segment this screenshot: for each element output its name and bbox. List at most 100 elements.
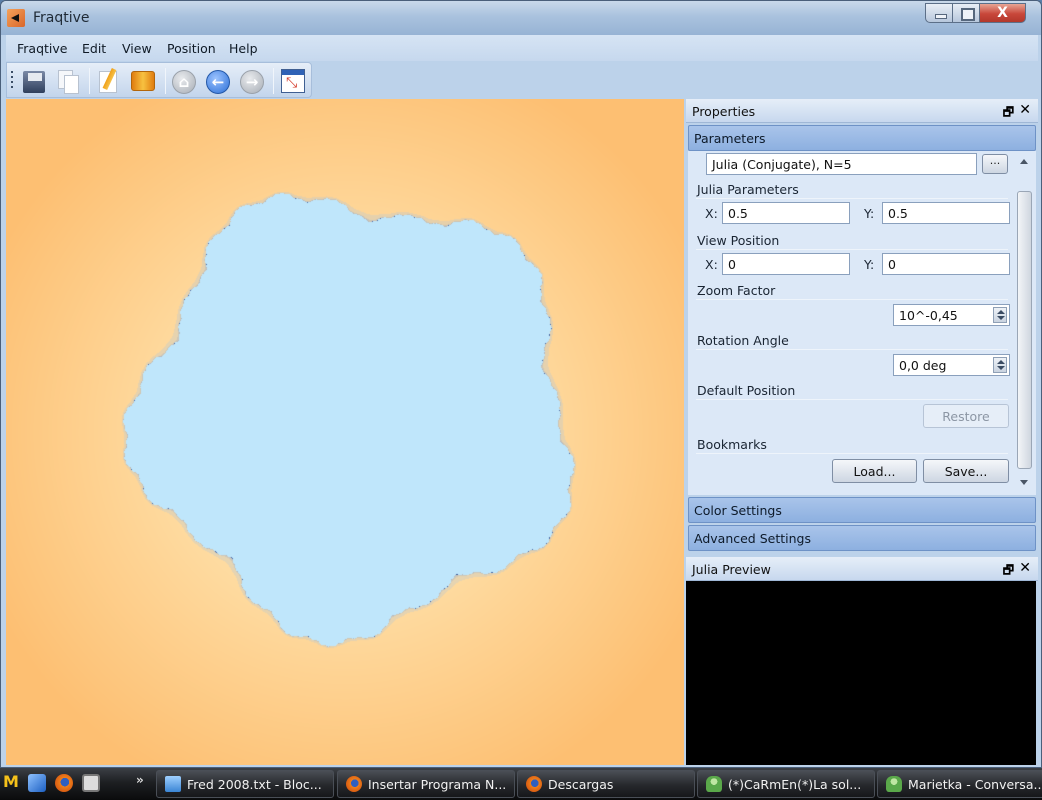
fractal-type-browse-button[interactable]: ... xyxy=(982,154,1008,174)
minimize-button[interactable] xyxy=(925,3,953,23)
taskbar-item-descargas[interactable]: Descargas xyxy=(517,770,695,798)
fractal-type-field[interactable]: Julia (Conjugate), N=5 xyxy=(706,153,977,175)
zoom-factor-label: Zoom Factor xyxy=(697,283,776,298)
menu-view[interactable]: View xyxy=(122,41,152,56)
close-window-button[interactable]: X xyxy=(979,3,1026,23)
scrollbar-thumb[interactable] xyxy=(1017,191,1032,469)
home-icon: ⌂ xyxy=(178,73,190,91)
outlook-icon[interactable] xyxy=(28,774,46,792)
advanced-settings-section-header[interactable]: Advanced Settings xyxy=(688,525,1036,551)
taskbar-item-label: Marietka - Conversa... xyxy=(908,777,1042,792)
group-divider xyxy=(696,299,1008,300)
rotation-angle-label: Rotation Angle xyxy=(697,333,789,348)
firefox-icon xyxy=(346,776,362,792)
float-icon[interactable]: 🗗 xyxy=(1003,561,1014,582)
home-button[interactable]: ⌂ xyxy=(172,70,196,94)
menu-fraqtive[interactable]: Fraqtive xyxy=(17,41,67,56)
taskbar-item-carmen-chat[interactable]: (*)CaRmEn(*)La sol... xyxy=(697,770,875,798)
parameters-header-label: Parameters xyxy=(694,131,766,146)
scroll-up-icon[interactable] xyxy=(1020,159,1028,164)
spin-arrows-icon[interactable] xyxy=(993,307,1007,323)
main-toolbar: ⌂ ← → xyxy=(6,62,312,98)
back-button[interactable]: ← xyxy=(206,70,230,94)
firefox-icon[interactable] xyxy=(55,774,73,792)
overflow-chevron-icon[interactable]: » xyxy=(136,773,144,787)
toolbar-separator xyxy=(89,68,90,94)
rotation-angle-spinbox[interactable]: 0,0 deg xyxy=(893,354,1010,376)
taskbar: M » Fred 2008.txt - Bloc... Insertar Pro… xyxy=(0,768,1042,800)
copy-image-button[interactable] xyxy=(55,68,81,94)
notepad-icon xyxy=(165,776,181,792)
close-icon[interactable]: ✕ xyxy=(1019,560,1031,576)
group-divider xyxy=(696,198,1008,199)
julia-preview-title: Julia Preview xyxy=(692,562,771,577)
zoom-factor-spinbox[interactable]: 10^-0,45 xyxy=(893,304,1010,326)
close-icon[interactable]: ✕ xyxy=(1019,102,1031,118)
color-settings-button[interactable] xyxy=(131,71,155,91)
properties-dock-title[interactable]: Properties 🗗 ✕ xyxy=(686,99,1038,123)
toolbar-separator xyxy=(273,68,274,94)
taskbar-item-label: Insertar Programa N... xyxy=(368,777,507,792)
msn-messenger-icon xyxy=(706,776,722,792)
parameters-scrollbar[interactable] xyxy=(1016,151,1034,493)
taskbar-item-label: Fred 2008.txt - Bloc... xyxy=(187,777,322,792)
group-divider xyxy=(696,349,1008,350)
app-window: Fraqtive X Fraqtive Edit View Position H… xyxy=(0,0,1042,768)
view-x-input[interactable]: 0 xyxy=(722,253,850,275)
julia-preview-area[interactable] xyxy=(686,581,1036,765)
group-divider xyxy=(696,453,1008,454)
group-divider xyxy=(696,249,1008,250)
forward-button[interactable]: → xyxy=(240,70,264,94)
settings-icon[interactable] xyxy=(82,774,100,792)
menu-help[interactable]: Help xyxy=(229,41,258,56)
default-position-label: Default Position xyxy=(697,383,796,398)
taskbar-item-label: (*)CaRmEn(*)La sol... xyxy=(728,777,862,792)
taskbar-item-firefox-insertar[interactable]: Insertar Programa N... xyxy=(337,770,515,798)
parameters-panel: Julia (Conjugate), N=5 ... Julia Paramet… xyxy=(688,151,1036,495)
fullscreen-button[interactable] xyxy=(281,69,305,93)
forward-arrow-icon: → xyxy=(245,73,259,91)
julia-y-input[interactable]: 0.5 xyxy=(882,202,1010,224)
restore-button[interactable]: Restore xyxy=(923,404,1009,428)
color-settings-section-header[interactable]: Color Settings xyxy=(688,497,1036,523)
toolbar-grip-handle[interactable] xyxy=(11,71,13,91)
julia-x-input[interactable]: 0.5 xyxy=(722,202,850,224)
properties-title: Properties xyxy=(692,104,756,119)
menu-edit[interactable]: Edit xyxy=(82,41,106,56)
julia-x-label: X: xyxy=(705,206,718,221)
scroll-down-icon[interactable] xyxy=(1020,480,1028,485)
fraqtive-app-icon[interactable] xyxy=(7,9,25,27)
float-icon[interactable]: 🗗 xyxy=(1003,103,1014,124)
gmail-icon[interactable]: M xyxy=(3,772,21,791)
menu-position[interactable]: Position xyxy=(167,41,216,56)
taskbar-item-marietka-chat[interactable]: Marietka - Conversa... xyxy=(877,770,1042,798)
rotation-angle-value: 0,0 deg xyxy=(899,358,947,373)
save-bookmarks-button[interactable]: Save... xyxy=(923,459,1009,483)
view-x-label: X: xyxy=(705,257,718,272)
group-divider xyxy=(696,399,1008,400)
julia-preview-dock-title[interactable]: Julia Preview 🗗 ✕ xyxy=(686,557,1038,581)
close-icon: X xyxy=(997,5,1008,21)
taskbar-item-notepad[interactable]: Fred 2008.txt - Bloc... xyxy=(156,770,334,798)
spin-arrows-icon[interactable] xyxy=(993,357,1007,373)
toolbar-separator xyxy=(165,68,166,94)
julia-y-label: Y: xyxy=(864,206,875,221)
color-settings-label: Color Settings xyxy=(694,503,782,518)
title-bar[interactable]: Fraqtive X xyxy=(1,1,1041,35)
right-dock: Properties 🗗 ✕ Parameters Julia (Conjuga… xyxy=(686,99,1038,765)
firefox-icon xyxy=(526,776,542,792)
msn-messenger-icon xyxy=(886,776,902,792)
fractal-view[interactable] xyxy=(6,99,684,765)
julia-parameters-label: Julia Parameters xyxy=(697,182,799,197)
menu-bar: Fraqtive Edit View Position Help xyxy=(6,35,1038,61)
fractal-canvas[interactable] xyxy=(6,99,684,765)
zoom-factor-value: 10^-0,45 xyxy=(899,308,958,323)
parameters-section-header[interactable]: Parameters xyxy=(688,125,1036,151)
load-bookmarks-button[interactable]: Load... xyxy=(832,459,917,483)
view-y-label: Y: xyxy=(864,257,875,272)
back-arrow-icon: ← xyxy=(211,73,225,91)
maximize-button[interactable] xyxy=(952,3,980,23)
edit-gradient-button[interactable] xyxy=(95,68,121,94)
view-y-input[interactable]: 0 xyxy=(882,253,1010,275)
save-image-button[interactable] xyxy=(23,71,45,93)
